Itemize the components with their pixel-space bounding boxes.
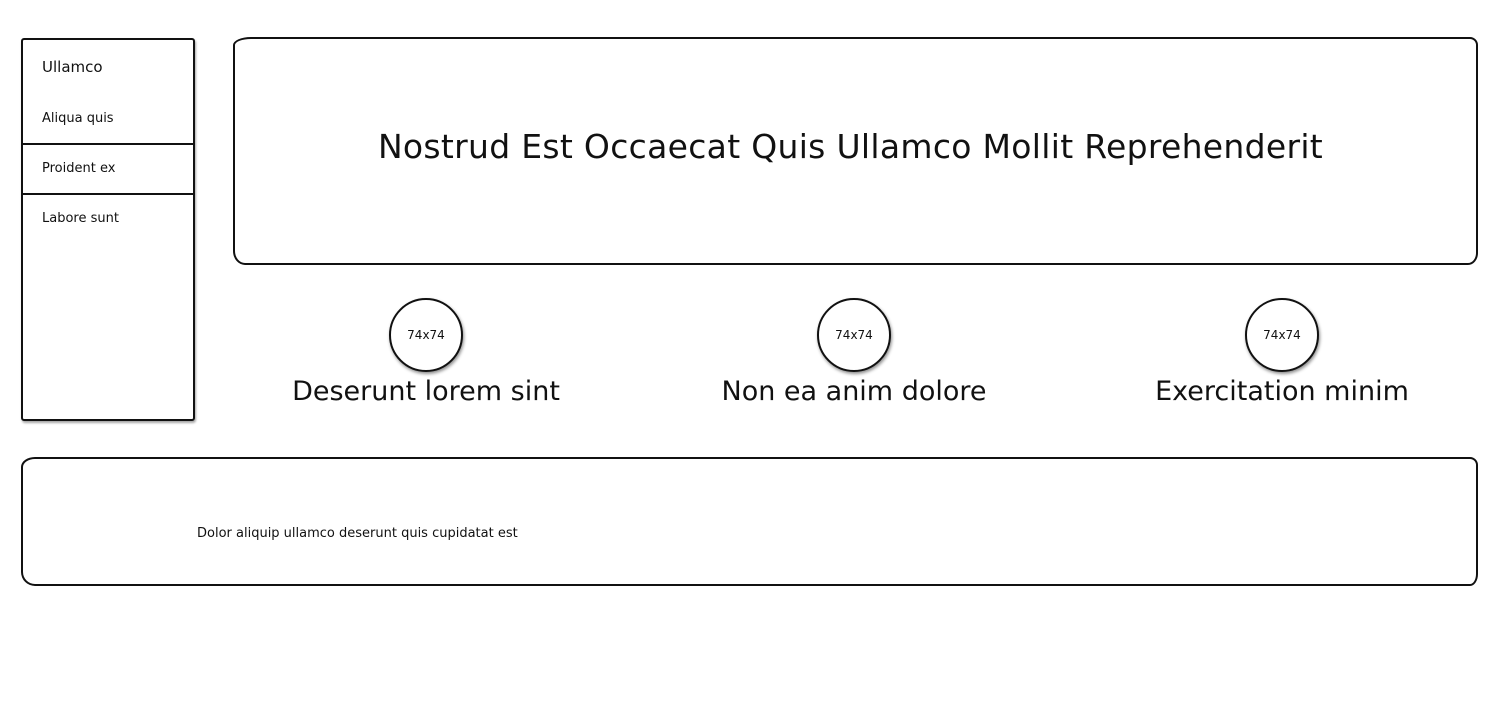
sidebar-item-proident-ex[interactable]: Proident ex [23,145,193,195]
image-placeholder: 74x74 [1245,298,1319,372]
feature-card: 74x74 Non ea anim dolore [704,298,1004,418]
image-placeholder: 74x74 [817,298,891,372]
sidebar-title: Ullamco [42,58,103,76]
sidebar-item-labore-sunt[interactable]: Labore sunt [23,195,193,245]
image-placeholder: 74x74 [389,298,463,372]
feature-title: Deserunt lorem sint [292,376,560,407]
hero-banner: Nostrud Est Occaecat Quis Ullamco Mollit… [233,37,1478,265]
sidebar-item-label: Proident ex [42,161,116,176]
sidebar-item-label: Aliqua quis [42,111,114,126]
feature-title: Exercitation minim [1155,376,1409,407]
image-placeholder-label: 74x74 [407,328,445,342]
feature-card: 74x74 Deserunt lorem sint [276,298,576,418]
image-placeholder-label: 74x74 [1263,328,1301,342]
image-placeholder-label: 74x74 [835,328,873,342]
footer-text: Dolor aliquip ullamco deserunt quis cupi… [197,526,518,541]
sidebar: Ullamco Aliqua quis Proident ex Labore s… [21,38,195,421]
hero-title: Nostrud Est Occaecat Quis Ullamco Mollit… [377,126,1324,166]
sidebar-item-aliqua-quis[interactable]: Aliqua quis [23,95,193,145]
feature-card: 74x74 Exercitation minim [1132,298,1432,418]
footer-panel: Dolor aliquip ullamco deserunt quis cupi… [21,457,1478,586]
feature-title: Non ea anim dolore [721,376,987,407]
sidebar-item-label: Labore sunt [42,211,119,226]
